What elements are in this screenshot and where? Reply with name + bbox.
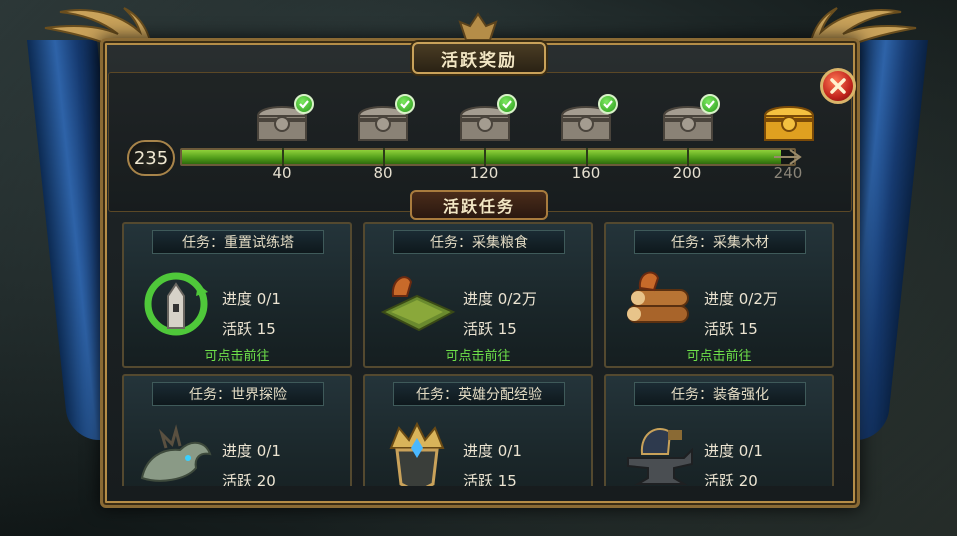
claimed-check-icon — [598, 94, 618, 114]
task-progress: 进度 0/2万 — [704, 290, 778, 308]
milestone-label: 80 — [373, 164, 393, 182]
task-activity: 活跃 15 — [463, 472, 517, 486]
dragon-icon — [140, 424, 212, 482]
activity-score: 235 — [127, 140, 175, 176]
close-icon — [830, 78, 846, 94]
task-card[interactable]: 任务：世界探险 进度 0/1 活跃 20 — [122, 374, 352, 486]
task-activity: 活跃 15 — [704, 320, 758, 338]
progress-fill — [182, 150, 782, 164]
crest-ornament — [458, 12, 498, 41]
milestone-label: 160 — [571, 164, 601, 182]
task-info: 进度 0/1 活跃 20 — [222, 436, 281, 486]
task-progress: 进度 0/1 — [222, 442, 281, 460]
task-progress: 进度 0/1 — [704, 442, 763, 460]
reward-chest[interactable] — [761, 98, 817, 144]
task-activity: 活跃 20 — [704, 472, 758, 486]
task-title: 任务：重置试练塔 — [152, 230, 324, 254]
task-info: 进度 0/2万 活跃 15 — [463, 284, 537, 344]
claimed-check-icon — [497, 94, 517, 114]
task-card[interactable]: 任务：采集木材 进度 0/2万 活跃 15 可点击前往 — [604, 222, 834, 368]
task-info: 进度 0/1 活跃 15 — [463, 436, 522, 486]
task-card[interactable]: 任务：装备强化 进度 0/1 活跃 20 — [604, 374, 834, 486]
task-activity: 活跃 15 — [463, 320, 517, 338]
task-info: 进度 0/1 活跃 15 — [222, 284, 281, 344]
chest-icon — [763, 106, 815, 141]
task-info: 进度 0/1 活跃 20 — [704, 436, 763, 486]
task-title: 任务：世界探险 — [152, 382, 324, 406]
task-activity: 活跃 20 — [222, 472, 276, 486]
helmet-icon — [389, 421, 445, 486]
task-go-link[interactable]: 可点击前往 — [365, 345, 591, 364]
task-grid: 任务：重置试练塔 进度 0/1 活跃 15 可点击前往 任务：采集粮食 进度 0… — [118, 220, 838, 486]
task-progress: 进度 0/1 — [222, 290, 281, 308]
task-activity: 活跃 15 — [222, 320, 276, 338]
milestone-label: 40 — [272, 164, 292, 182]
milestone-label: 120 — [469, 164, 499, 182]
task-info: 进度 0/2万 活跃 15 — [704, 284, 778, 344]
task-go-link[interactable]: 可点击前往 — [606, 345, 832, 364]
task-title: 任务：英雄分配经验 — [393, 382, 565, 406]
task-card[interactable]: 任务：重置试练塔 进度 0/1 活跃 15 可点击前往 — [122, 222, 352, 368]
task-card[interactable]: 任务：采集粮食 进度 0/2万 活跃 15 可点击前往 — [363, 222, 593, 368]
claimed-check-icon — [395, 94, 415, 114]
task-title: 任务：采集木材 — [634, 230, 806, 254]
section-title: 活跃任务 — [410, 190, 548, 220]
anvil-icon — [627, 427, 693, 485]
task-progress: 进度 0/2万 — [463, 290, 537, 308]
tower-icon — [144, 272, 208, 336]
milestone-label: 200 — [672, 164, 702, 182]
task-title: 任务：采集粮食 — [393, 230, 565, 254]
farm-icon — [380, 276, 456, 332]
task-go-link[interactable]: 可点击前往 — [124, 345, 350, 364]
panel-title: 活跃奖励 — [412, 42, 546, 74]
wood-icon — [627, 271, 689, 323]
close-button[interactable] — [820, 68, 856, 104]
claimed-check-icon — [700, 94, 720, 114]
claimed-check-icon — [294, 94, 314, 114]
milestone-label: 240 — [773, 164, 803, 182]
task-title: 任务：装备强化 — [634, 382, 806, 406]
task-progress: 进度 0/1 — [463, 442, 522, 460]
task-card[interactable]: 任务：英雄分配经验 进度 0/1 活跃 15 — [363, 374, 593, 486]
